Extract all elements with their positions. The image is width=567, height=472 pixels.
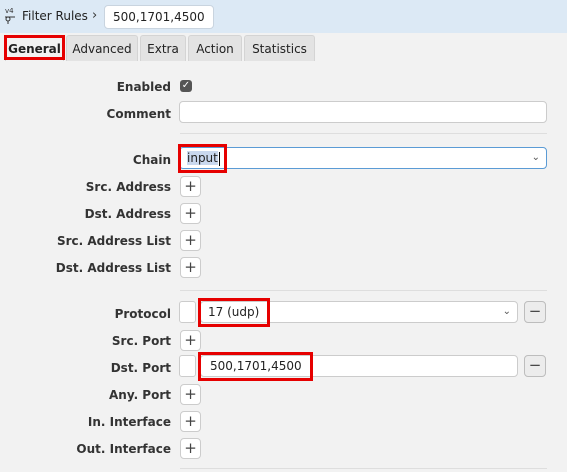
section-divider [180,468,547,469]
section-divider [180,290,547,291]
out-interface-label: Out. Interface [76,442,171,456]
tab-general[interactable]: General [5,35,64,61]
chain-value: input [187,151,218,165]
enabled-checkbox[interactable]: ✓ [180,80,192,92]
add-src-port-button[interactable]: + [180,330,201,351]
dst-port-negate-box[interactable] [179,355,196,377]
breadcrumb-separator-icon: › [92,8,98,23]
src-address-label: Src. Address [85,180,171,194]
enabled-label: Enabled [116,80,171,94]
add-any-port-button[interactable]: + [180,384,201,405]
chevron-down-icon: ⌄ [531,152,540,163]
comment-label: Comment [106,107,171,121]
chevron-down-icon: ⌄ [502,306,511,317]
tab-advanced[interactable]: Advanced [66,35,138,61]
svg-text:v4: v4 [5,7,14,15]
tab-bar: General Advanced Extra Action Statistics [0,35,567,61]
add-dst-address-list-button[interactable]: + [180,257,201,278]
protocol-negate-box[interactable] [179,301,196,323]
any-port-label: Any. Port [109,388,171,402]
checkmark-icon: ✓ [181,80,191,91]
protocol-select[interactable]: 17 (udp) ⌄ [200,301,518,323]
in-interface-label: In. Interface [87,415,171,429]
chain-select[interactable]: input ⌄ [179,147,547,169]
src-address-list-label: Src. Address List [56,234,171,248]
ipv4-firewall-icon: v4 [5,7,15,24]
dst-address-label: Dst. Address [84,207,171,221]
chain-label: Chain [132,153,171,167]
tab-extra[interactable]: Extra [140,35,186,61]
add-in-interface-button[interactable]: + [180,411,201,432]
breadcrumb-filter-rules[interactable]: Filter Rules [22,9,88,23]
src-port-label: Src. Port [111,334,171,348]
section-divider [180,133,547,134]
remove-protocol-button[interactable]: − [524,301,546,323]
add-dst-address-button[interactable]: + [180,203,201,224]
tab-action[interactable]: Action [188,35,242,61]
add-out-interface-button[interactable]: + [180,438,201,459]
breadcrumb-current-rule: 500,1701,4500 [104,5,214,29]
dst-port-field[interactable]: 500,1701,4500 [200,355,518,377]
tab-statistics[interactable]: Statistics [244,35,315,61]
comment-field[interactable] [179,101,547,123]
protocol-label: Protocol [114,307,171,321]
add-src-address-button[interactable]: + [180,176,201,197]
breadcrumb-bar: v4 Filter Rules › 500,1701,4500 [0,0,567,33]
add-src-address-list-button[interactable]: + [180,230,201,251]
protocol-value: 17 (udp) [208,305,260,319]
text-caret [218,151,220,166]
remove-dst-port-button[interactable]: − [524,355,546,377]
dst-address-list-label: Dst. Address List [55,261,171,275]
dst-port-label: Dst. Port [110,361,171,375]
